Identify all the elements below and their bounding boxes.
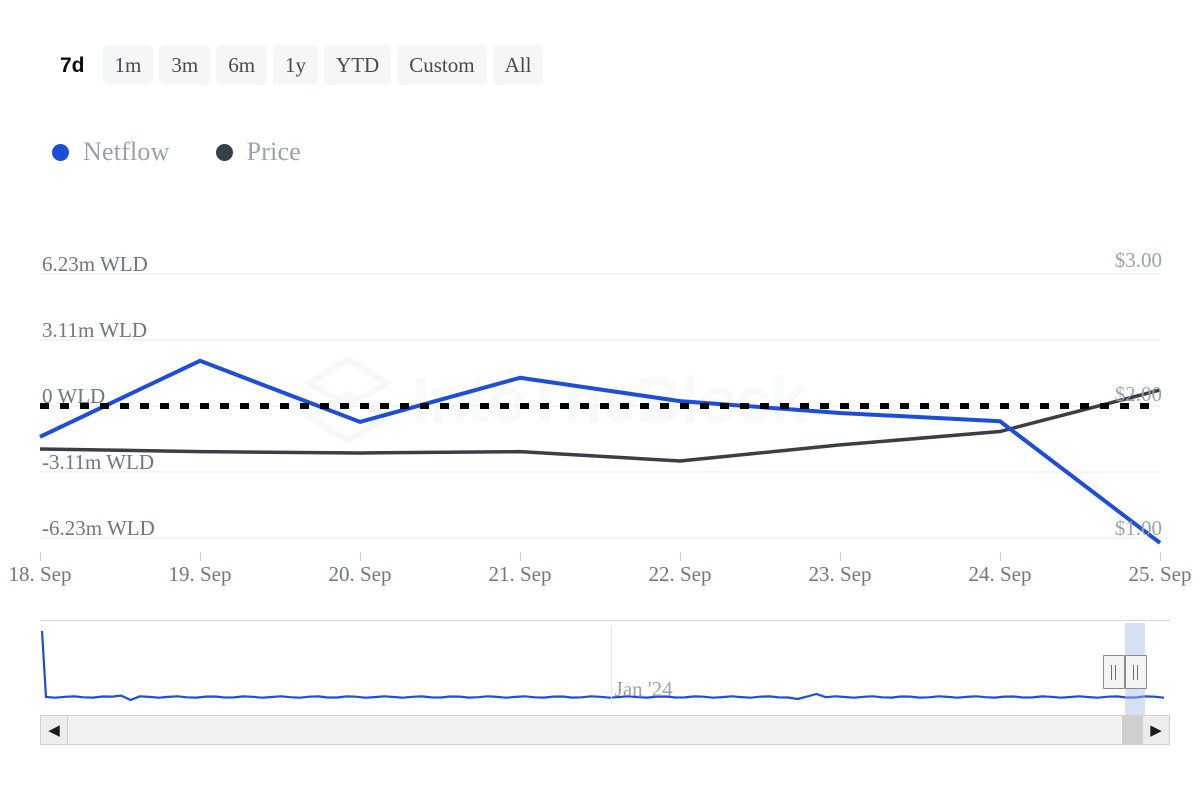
legend-dot-icon [216, 144, 233, 161]
navigator-tick-label: Jan '24 [615, 677, 673, 702]
x-axis-tick-mark [520, 552, 521, 561]
x-axis-tick: 23. Sep [809, 562, 872, 587]
x-axis-tick: 21. Sep [489, 562, 552, 587]
right-arrow-icon: ▶ [1150, 723, 1162, 738]
scrollbar-track[interactable] [68, 715, 1142, 745]
x-axis-tick: 20. Sep [329, 562, 392, 587]
range-button-custom[interactable]: Custom [397, 45, 486, 85]
legend-dot-icon [52, 144, 69, 161]
scroll-left-button[interactable]: ◀ [40, 715, 68, 745]
x-axis-tick-mark [840, 552, 841, 561]
right-axis-tick: $2.00 [1115, 382, 1162, 407]
x-axis-tick-mark [1160, 552, 1161, 561]
range-button-all[interactable]: All [493, 45, 544, 85]
x-axis-tick-mark [200, 552, 201, 561]
price-series-line [40, 390, 1160, 461]
navigator-scrollbar[interactable]: ◀ ▶ [40, 715, 1170, 745]
chart-svg [0, 220, 1200, 560]
grip-line-icon [1137, 665, 1138, 680]
right-axis-tick: $3.00 [1115, 248, 1162, 273]
x-axis-tick: 19. Sep [169, 562, 232, 587]
left-axis-tick: -3.11m WLD [42, 450, 154, 475]
range-button-3m[interactable]: 3m [159, 45, 210, 85]
legend-item-price[interactable]: Price [216, 137, 301, 167]
scrollbar-thumb[interactable] [1122, 716, 1142, 744]
chart-navigator[interactable]: Jan '24Jul '24 [40, 620, 1170, 715]
legend-label: Netflow [83, 137, 170, 167]
left-axis-tick: 6.23m WLD [42, 252, 148, 277]
chart-plot-area [0, 220, 1200, 560]
range-button-1m[interactable]: 1m [103, 45, 154, 85]
navigator-series [40, 621, 1170, 715]
right-axis-tick: $1.00 [1115, 516, 1162, 541]
legend-item-netflow[interactable]: Netflow [52, 137, 170, 167]
x-axis-tick: 25. Sep [1129, 562, 1192, 587]
left-axis-tick: 3.11m WLD [42, 318, 147, 343]
netflow-price-chart-widget: 7d1m3m6m1yYTDCustomAll NetflowPrice Into… [0, 0, 1200, 800]
navigator-handle-right[interactable] [1125, 655, 1147, 689]
x-axis-tick: 24. Sep [969, 562, 1032, 587]
legend-label: Price [247, 137, 301, 167]
navigator-handle-left[interactable] [1103, 655, 1125, 689]
range-selector: 7d1m3m6m1yYTDCustomAll [48, 44, 543, 86]
left-arrow-icon: ◀ [48, 723, 60, 738]
navigator-gridline [611, 626, 612, 705]
x-axis-tick-mark [1000, 552, 1001, 561]
left-axis-tick: 0 WLD [42, 384, 105, 409]
range-button-ytd[interactable]: YTD [324, 45, 391, 85]
grip-line-icon [1133, 665, 1134, 680]
range-button-7d[interactable]: 7d [48, 45, 97, 85]
x-axis-labels: 18. Sep 19. Sep 20. Sep 21. Sep 22. Sep 23. S… [0, 552, 1200, 592]
left-axis-tick: -6.23m WLD [42, 516, 155, 541]
x-axis-tick-mark [360, 552, 361, 561]
x-axis-tick-mark [680, 552, 681, 561]
chart-legend: Netflow Price [52, 130, 301, 174]
x-axis-tick: 18. Sep [9, 562, 72, 587]
grip-line-icon [1115, 665, 1116, 680]
x-axis-tick-mark [40, 552, 41, 561]
grip-line-icon [1111, 665, 1112, 680]
scroll-right-button[interactable]: ▶ [1142, 715, 1170, 745]
range-button-1y[interactable]: 1y [273, 45, 318, 85]
x-axis-tick: 22. Sep [649, 562, 712, 587]
range-button-6m[interactable]: 6m [216, 45, 267, 85]
